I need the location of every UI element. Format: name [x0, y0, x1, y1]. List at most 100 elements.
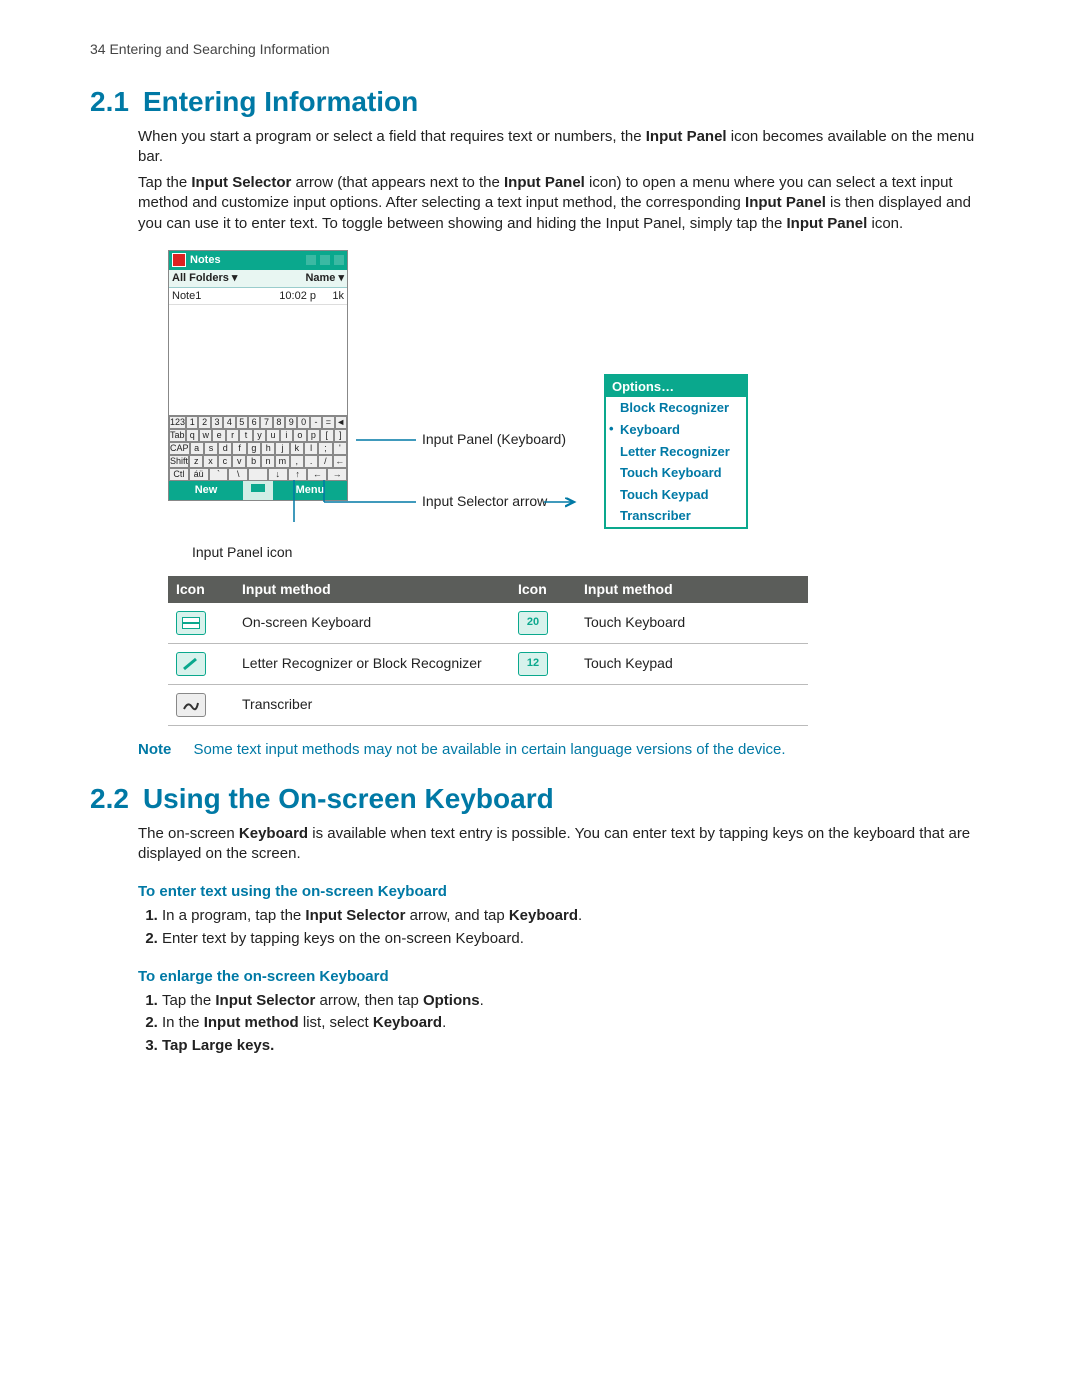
- key: ←: [333, 455, 347, 468]
- key: 2: [198, 416, 210, 429]
- key: l: [304, 442, 318, 455]
- key: 0: [297, 416, 309, 429]
- note-name: Note1: [172, 289, 264, 304]
- running-header: 34 Entering and Searching Information: [90, 40, 990, 59]
- keyboard-icon: [176, 611, 206, 635]
- input-panel-keyboard: 1231234567890-=◄Tabqwertyuiop[]CAPasdfgh…: [169, 415, 347, 481]
- key: `: [209, 468, 229, 481]
- key: p: [307, 429, 320, 442]
- key: [: [320, 429, 333, 442]
- close-icon: [334, 255, 344, 265]
- key: -: [310, 416, 322, 429]
- key: 4: [223, 416, 235, 429]
- key: i: [280, 429, 293, 442]
- key: áü: [189, 468, 209, 481]
- key: 1: [186, 416, 198, 429]
- start-icon: [172, 253, 186, 267]
- key: z: [189, 455, 203, 468]
- key: h: [261, 442, 275, 455]
- key: ;: [318, 442, 332, 455]
- key: 5: [236, 416, 248, 429]
- key: u: [266, 429, 279, 442]
- input-selector-menu: Options… Block RecognizerKeyboardLetter …: [604, 374, 748, 529]
- section-2-1-heading: 2.1Entering Information: [90, 83, 990, 121]
- list-item: Enter text by tapping keys on the on-scr…: [162, 929, 990, 949]
- key: ': [333, 442, 347, 455]
- label-kbd: Input Panel (Keyboard): [422, 431, 566, 447]
- key: [248, 468, 268, 481]
- key: r: [226, 429, 239, 442]
- transcriber-icon: [176, 693, 206, 717]
- s21-p2: Tap the Input Selector arrow (that appea…: [138, 173, 990, 234]
- section-number: 2.1: [90, 86, 129, 117]
- key: ,: [290, 455, 304, 468]
- method-transcriber: Transcriber: [234, 684, 510, 725]
- callout-lines: Input Panel (Keyboard) Input Selector ar…: [376, 250, 576, 510]
- note-time: 10:02 p: [264, 289, 316, 304]
- subhead-enter-text: To enter text using the on-screen Keyboa…: [138, 882, 990, 902]
- key: m: [275, 455, 289, 468]
- key: b: [246, 455, 260, 468]
- key: j: [275, 442, 289, 455]
- touch-keypad-icon: 12: [518, 652, 548, 676]
- key: e: [212, 429, 225, 442]
- s22-p1: The on-screen Keyboard is available when…: [138, 824, 990, 865]
- key: ←: [307, 468, 327, 481]
- key: ◄: [335, 416, 347, 429]
- label-panel-icon: Input Panel icon: [192, 543, 292, 562]
- key: n: [261, 455, 275, 468]
- note-row: Note Some text input methods may not be …: [138, 740, 990, 760]
- key: k: [290, 442, 304, 455]
- key: →: [327, 468, 347, 481]
- key: .: [304, 455, 318, 468]
- input-panel-icon: [243, 481, 273, 500]
- key: c: [218, 455, 232, 468]
- key: v: [232, 455, 246, 468]
- menu-item: Touch Keypad: [606, 484, 746, 506]
- key: q: [186, 429, 199, 442]
- menu-item: Keyboard: [606, 419, 746, 441]
- recognizer-icon: [176, 652, 206, 676]
- s21-p1: When you start a program or select a fie…: [138, 127, 990, 168]
- key: o: [293, 429, 306, 442]
- key: ]: [334, 429, 347, 442]
- key: Shift: [169, 455, 189, 468]
- key: 3: [211, 416, 223, 429]
- method-touch-keypad: Touch Keypad: [576, 643, 808, 684]
- folder-dropdown: All Folders ▾: [172, 271, 237, 286]
- figure-input-panel: Notes All Folders ▾ Name ▾ Note1 10:02 p…: [168, 250, 990, 529]
- method-onscreen-keyboard: On-screen Keyboard: [234, 603, 510, 644]
- signal-icon: [306, 255, 316, 265]
- key: s: [204, 442, 218, 455]
- method-touch-keyboard: Touch Keyboard: [576, 603, 808, 644]
- list-item: In a program, tap the Input Selector arr…: [162, 906, 990, 926]
- list-item: Tap the Input Selector arrow, then tap O…: [162, 991, 990, 1011]
- list-item: Tap Large keys.: [162, 1036, 990, 1056]
- app-title: Notes: [190, 253, 221, 268]
- key: ↑: [288, 468, 308, 481]
- key: Ctl: [169, 468, 189, 481]
- key: 7: [260, 416, 272, 429]
- key: 8: [273, 416, 285, 429]
- key: \: [228, 468, 248, 481]
- touch-keyboard-icon: 20: [518, 611, 548, 635]
- key: x: [203, 455, 217, 468]
- softkey-menu: Menu: [273, 481, 347, 500]
- menu-item: Letter Recognizer: [606, 441, 746, 463]
- key: a: [190, 442, 204, 455]
- key: /: [318, 455, 332, 468]
- list-item: In the Input method list, select Keyboar…: [162, 1013, 990, 1033]
- key: =: [322, 416, 334, 429]
- subhead-enlarge: To enlarge the on-screen Keyboard: [138, 967, 990, 987]
- key: 6: [248, 416, 260, 429]
- menu-item: Transcriber: [606, 505, 746, 527]
- key: y: [253, 429, 266, 442]
- section-2-2-heading: 2.2Using the On-screen Keyboard: [90, 780, 990, 818]
- key: w: [199, 429, 212, 442]
- menu-item: Block Recognizer: [606, 397, 746, 419]
- softkey-new: New: [169, 481, 243, 500]
- note-size: 1k: [316, 289, 344, 304]
- menu-item: Touch Keyboard: [606, 462, 746, 484]
- label-selector: Input Selector arrow: [422, 493, 548, 509]
- volume-icon: [320, 255, 330, 265]
